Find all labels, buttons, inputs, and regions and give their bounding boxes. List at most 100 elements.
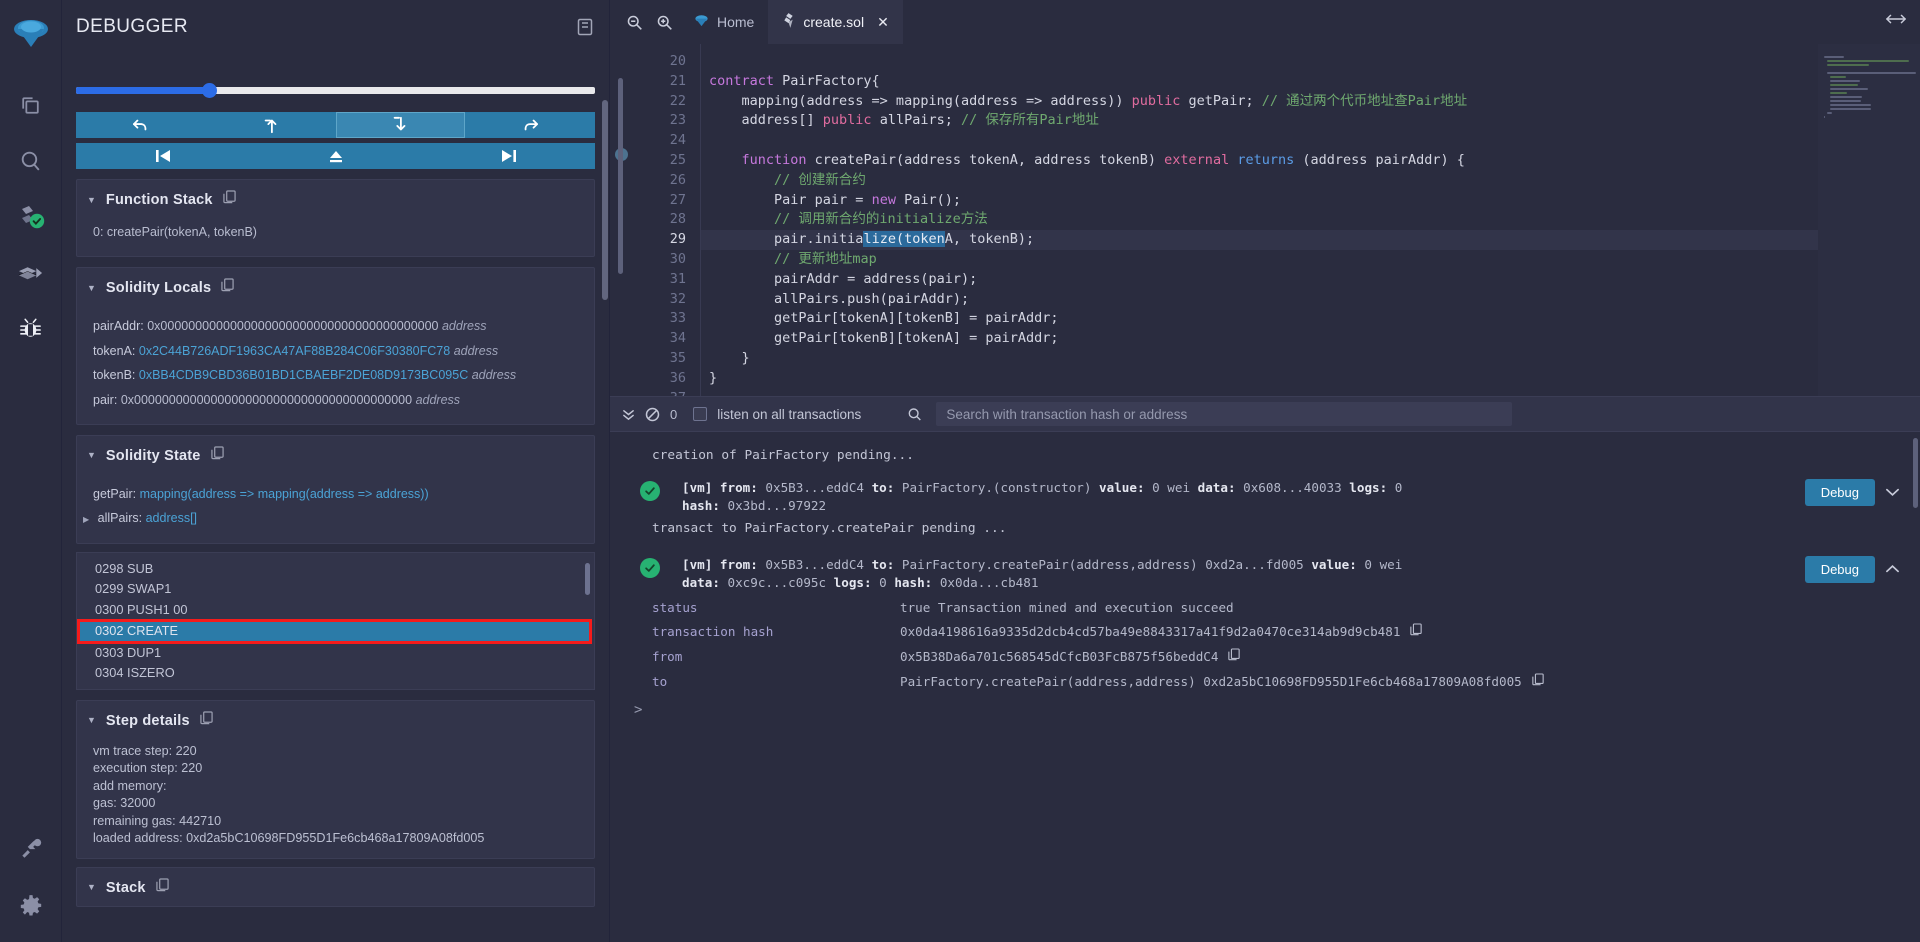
- code-line[interactable]: }: [701, 349, 1920, 369]
- jump-to-end-button[interactable]: [422, 143, 595, 169]
- opcode-list[interactable]: 0298 SUB 0299 SWAP1 0300 PUSH1 00 0302 C…: [76, 552, 595, 690]
- step-slider[interactable]: [76, 80, 595, 102]
- terminal-scrollbar[interactable]: [1913, 438, 1918, 508]
- minimap-line: [1827, 112, 1832, 114]
- copy-icon[interactable]: [200, 711, 213, 731]
- copy-icon[interactable]: [1228, 648, 1240, 665]
- opcode-row[interactable]: 0300 PUSH1 00: [77, 600, 594, 621]
- solidity-file-icon: [782, 13, 795, 31]
- transaction-summary: [vm] from: 0x5B3...eddC4 to: PairFactory…: [682, 479, 1805, 515]
- debug-button[interactable]: Debug: [1805, 556, 1875, 583]
- close-icon[interactable]: ✕: [877, 14, 889, 31]
- breakpoint-gutter[interactable]: [610, 44, 636, 396]
- settings-icon[interactable]: [9, 884, 53, 928]
- step-detail-line: execution step: 220: [93, 760, 582, 778]
- code-line[interactable]: [701, 389, 1920, 396]
- search-icon[interactable]: [907, 407, 922, 422]
- toggle-panel-icon[interactable]: [577, 18, 593, 41]
- opcode-row[interactable]: 0303 DUP1: [77, 643, 594, 664]
- minimap-line: [1830, 108, 1871, 110]
- step-detail-line: remaining gas: 442710: [93, 813, 582, 831]
- code-line[interactable]: // 更新地址map: [701, 250, 1920, 270]
- code-line[interactable]: function createPair(address tokenA, addr…: [701, 151, 1920, 171]
- listen-on-all-transactions-checkbox[interactable]: [693, 407, 707, 421]
- opcode-row[interactable]: 0298 SUB: [77, 559, 594, 580]
- tab-create-sol[interactable]: create.sol ✕: [768, 0, 902, 44]
- transaction-search-input[interactable]: [936, 402, 1512, 426]
- expand-collapse-icon[interactable]: [1886, 12, 1906, 30]
- transaction-row[interactable]: [vm] from: 0x5B3...eddC4 to: PairFactory…: [610, 473, 1920, 519]
- slider-thumb[interactable]: [202, 83, 217, 98]
- opcode-list-scrollbar[interactable]: [585, 563, 590, 595]
- code-line[interactable]: }: [701, 369, 1920, 389]
- transaction-detail-row: to PairFactory.createPair(address,addres…: [610, 669, 1920, 694]
- step-details-header[interactable]: ▼ Step details: [77, 701, 594, 739]
- code-line[interactable]: Pair pair = new Pair();: [701, 191, 1920, 211]
- state-var-row[interactable]: ▶ allPairs: address[]: [83, 506, 582, 530]
- opcode-row[interactable]: 0305 DUP1: [77, 684, 594, 690]
- code-line[interactable]: contract PairFactory{: [701, 72, 1920, 92]
- opcode-row-selected[interactable]: 0302 CREATE: [79, 621, 590, 642]
- transaction-summary-line: [vm] from: 0x5B3...eddC4 to: PairFactory…: [682, 556, 1805, 574]
- chevron-right-icon[interactable]: ▶: [83, 515, 89, 524]
- local-var-value[interactable]: 0x2C44B726ADF1963CA47AF88B284C06F30380FC…: [139, 344, 450, 358]
- copy-icon[interactable]: [1532, 673, 1544, 690]
- debugger-scrollbar[interactable]: [602, 100, 608, 300]
- solidity-compiler-icon[interactable]: [9, 195, 53, 239]
- solidity-state-header[interactable]: ▼ Solidity State: [77, 436, 594, 474]
- plugin-manager-icon[interactable]: [9, 826, 53, 870]
- double-chevron-down-icon[interactable]: [622, 407, 635, 422]
- terminal-toolbar: 0 listen on all transactions: [610, 396, 1920, 432]
- copy-icon[interactable]: [221, 278, 234, 298]
- line-number: 30: [636, 250, 700, 270]
- code-line[interactable]: [701, 131, 1920, 151]
- copy-icon[interactable]: [156, 878, 169, 898]
- code-line[interactable]: pairAddr = address(pair);: [701, 270, 1920, 290]
- editor-minimap[interactable]: [1818, 44, 1920, 396]
- code-line[interactable]: getPair[tokenB][tokenA] = pairAddr;: [701, 329, 1920, 349]
- copy-icon[interactable]: [211, 446, 224, 466]
- step-into-button[interactable]: [336, 112, 466, 138]
- file-explorer-icon[interactable]: [9, 83, 53, 127]
- deploy-run-icon[interactable]: [9, 251, 53, 295]
- zoom-out-icon[interactable]: [620, 8, 648, 36]
- debug-button[interactable]: Debug: [1805, 479, 1875, 506]
- remix-logo-icon[interactable]: [11, 16, 51, 61]
- code-content[interactable]: contract PairFactory{ mapping(address =>…: [700, 44, 1920, 396]
- local-var-value[interactable]: 0xBB4CDB9CBD36B01BD1CBAEBF2DE08D9173BC09…: [139, 368, 468, 382]
- chevron-down-icon[interactable]: [1885, 485, 1900, 500]
- code-line[interactable]: pair.initialize(tokenA, tokenB);: [701, 230, 1920, 250]
- code-line[interactable]: getPair[tokenA][tokenB] = pairAddr;: [701, 309, 1920, 329]
- copy-icon[interactable]: [1410, 623, 1422, 640]
- chevron-down-icon: ▼: [87, 451, 96, 460]
- step-over-button[interactable]: [465, 112, 595, 138]
- code-line[interactable]: // 调用新合约的initialize方法: [701, 210, 1920, 230]
- step-back-button[interactable]: [76, 112, 206, 138]
- editor-vertical-scrollbar[interactable]: [618, 78, 623, 274]
- opcode-row[interactable]: 0299 SWAP1: [77, 579, 594, 600]
- minimap-line: [1827, 72, 1915, 74]
- stack-header[interactable]: ▼ Stack: [77, 868, 594, 906]
- tab-home[interactable]: Home: [680, 0, 768, 44]
- copy-icon[interactable]: [223, 190, 236, 210]
- code-line[interactable]: allPairs.push(pairAddr);: [701, 290, 1920, 310]
- line-number: 24: [636, 131, 700, 151]
- function-stack-header[interactable]: ▼ Function Stack: [77, 180, 594, 218]
- line-number: 34: [636, 329, 700, 349]
- code-line[interactable]: mapping(address => mapping(address => ad…: [701, 92, 1920, 112]
- search-icon[interactable]: [9, 139, 53, 183]
- clear-console-icon[interactable]: [645, 407, 660, 422]
- opcode-row[interactable]: 0304 ISZERO: [77, 663, 594, 684]
- jump-to-start-button[interactable]: [76, 143, 249, 169]
- code-line[interactable]: address[] public allPairs; // 保存所有Pair地址: [701, 111, 1920, 131]
- transaction-row[interactable]: [vm] from: 0x5B3...eddC4 to: PairFactory…: [610, 550, 1920, 596]
- debugger-icon[interactable]: [9, 307, 53, 351]
- jump-out-button[interactable]: [249, 143, 422, 169]
- code-line[interactable]: // 创建新合约: [701, 171, 1920, 191]
- chevron-up-icon[interactable]: [1885, 562, 1900, 577]
- solidity-locals-header[interactable]: ▼ Solidity Locals: [77, 268, 594, 306]
- code-line[interactable]: [701, 52, 1920, 72]
- step-out-button[interactable]: [206, 112, 336, 138]
- zoom-in-icon[interactable]: [650, 8, 678, 36]
- terminal-prompt[interactable]: >: [610, 694, 1920, 718]
